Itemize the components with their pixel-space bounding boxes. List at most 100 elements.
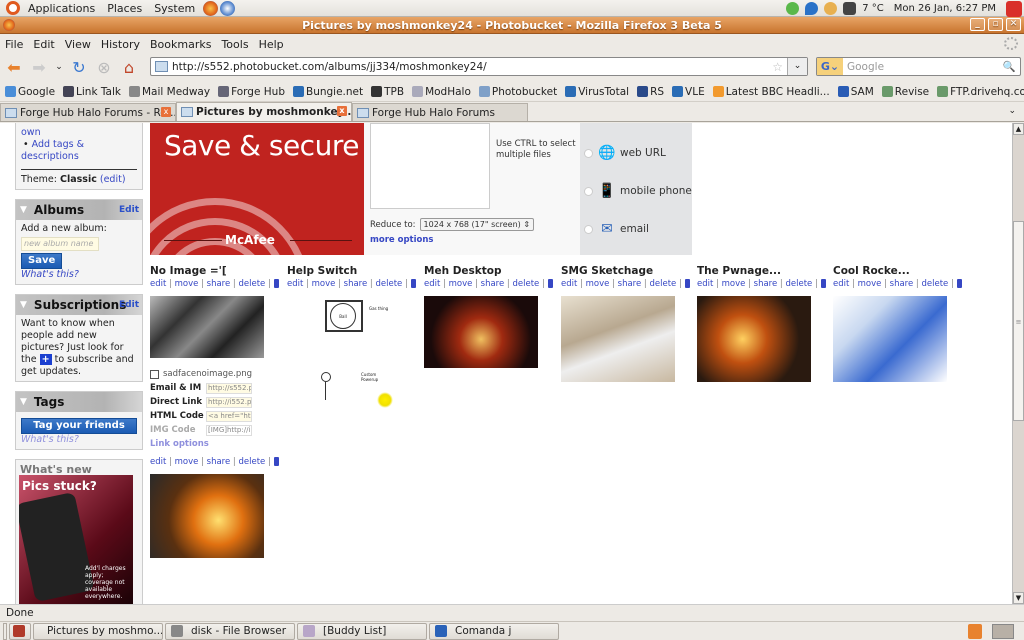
photo-move-link[interactable]: move bbox=[312, 279, 336, 289]
photo-delete-link[interactable]: delete bbox=[238, 457, 265, 467]
theme-edit-link[interactable]: (edit) bbox=[100, 174, 126, 185]
search-magnifier-icon[interactable]: 🔍 bbox=[1003, 60, 1016, 73]
menu-view[interactable]: View bbox=[60, 38, 96, 51]
pidgin-status-icon[interactable] bbox=[786, 2, 800, 15]
photo-edit-link[interactable]: edit bbox=[424, 279, 440, 289]
photo-title[interactable]: No Image ='[ bbox=[150, 265, 280, 279]
photo-edit-link[interactable]: edit bbox=[150, 457, 166, 467]
phone-ad[interactable]: Pics stuck? Add'l charges apply; coverag… bbox=[19, 475, 133, 604]
bookmark-item[interactable]: ModHalo bbox=[412, 86, 471, 98]
photo-share-link[interactable]: share bbox=[481, 279, 505, 289]
collapse-triangle-icon[interactable]: ▼ bbox=[20, 397, 27, 407]
menu-bookmarks[interactable]: Bookmarks bbox=[145, 38, 216, 51]
url-dropdown-button[interactable]: ⌄ bbox=[787, 58, 807, 75]
img-code[interactable]: [IMG]http://i bbox=[206, 424, 252, 436]
photo-share-link[interactable]: share bbox=[754, 279, 778, 289]
tags-whats-this-link[interactable]: What's this? bbox=[21, 434, 79, 445]
radio-mobile[interactable] bbox=[584, 186, 593, 196]
system-menu[interactable]: System bbox=[148, 2, 201, 15]
search-icon[interactable] bbox=[824, 2, 838, 15]
search-engine-selector[interactable]: G⌄ bbox=[817, 58, 843, 75]
select-photo-checkbox[interactable] bbox=[150, 369, 159, 379]
photo-thumbnail[interactable]: Ball Gas thing Custom Powerup bbox=[287, 296, 401, 408]
url-text[interactable]: http://s552.photobucket.com/albums/jj334… bbox=[172, 61, 487, 73]
photo-thumbnail[interactable] bbox=[150, 296, 264, 358]
bookmark-item[interactable]: VirusTotal bbox=[565, 86, 629, 98]
forward-button[interactable]: ➡ bbox=[28, 56, 50, 78]
photo-move-link[interactable]: move bbox=[586, 279, 610, 289]
minimize-button[interactable]: _ bbox=[970, 18, 985, 31]
photo-title[interactable]: SMG Sketchage bbox=[561, 265, 691, 279]
vertical-scrollbar[interactable]: ▲ ≡ ▼ bbox=[1012, 123, 1024, 604]
bookmark-item[interactable]: Revise bbox=[881, 86, 929, 98]
menu-file[interactable]: File bbox=[0, 38, 28, 51]
window-titlebar[interactable]: Pictures by moshmonkey24 - Photobucket -… bbox=[0, 17, 1024, 34]
radio-web-url[interactable] bbox=[584, 148, 593, 158]
drop-icon[interactable] bbox=[805, 2, 819, 15]
send-to-phone-icon[interactable] bbox=[547, 279, 553, 288]
radio-email[interactable] bbox=[584, 224, 593, 234]
close-tab-icon[interactable]: x bbox=[161, 107, 171, 117]
taskbar-window-button[interactable]: [Buddy List] bbox=[297, 622, 427, 640]
send-to-phone-icon[interactable] bbox=[273, 279, 279, 288]
bookmark-item[interactable]: SAM bbox=[837, 86, 874, 98]
menu-history[interactable]: History bbox=[96, 38, 145, 51]
own-link[interactable]: own bbox=[21, 127, 41, 138]
show-desktop-button[interactable] bbox=[9, 622, 31, 640]
close-tab-icon[interactable]: x bbox=[337, 106, 347, 116]
stop-button[interactable]: ⊗ bbox=[93, 56, 115, 78]
photo-thumbnail[interactable] bbox=[561, 296, 675, 382]
file-select-box[interactable] bbox=[370, 123, 490, 209]
photo-share-link[interactable]: share bbox=[890, 279, 914, 289]
bookmark-item[interactable]: RS bbox=[637, 86, 664, 98]
reload-button[interactable]: ↻ bbox=[68, 56, 90, 78]
thunderbird-launcher-icon[interactable] bbox=[220, 0, 236, 16]
search-input[interactable]: Google bbox=[847, 61, 884, 73]
send-to-phone-icon[interactable] bbox=[956, 279, 962, 288]
tab-forge-hub-forums[interactable]: Forge Hub Halo Forums bbox=[352, 103, 528, 121]
link-options-link[interactable]: Link options bbox=[150, 439, 209, 449]
photo-thumbnail[interactable] bbox=[697, 296, 811, 382]
collapse-triangle-icon[interactable]: ▼ bbox=[20, 300, 27, 310]
photo-share-link[interactable]: share bbox=[344, 279, 368, 289]
subscriptions-edit-link[interactable]: Edit bbox=[119, 300, 139, 310]
more-options-link[interactable]: more options bbox=[370, 235, 433, 245]
history-dropdown-icon[interactable]: ⌄ bbox=[53, 56, 65, 78]
menu-edit[interactable]: Edit bbox=[28, 38, 59, 51]
photo-delete-link[interactable]: delete bbox=[512, 279, 539, 289]
places-menu[interactable]: Places bbox=[101, 2, 148, 15]
photo-title[interactable]: The Pwnage... bbox=[697, 265, 827, 279]
photo-delete-link[interactable]: delete bbox=[238, 279, 265, 289]
applications-menu[interactable]: Applications bbox=[22, 2, 101, 15]
tab-forge-hub-thread[interactable]: Forge Hub Halo Forums - Re... x bbox=[0, 103, 176, 121]
photo-share-link[interactable]: share bbox=[207, 457, 231, 467]
photo-thumbnail[interactable] bbox=[150, 474, 264, 558]
photo-title[interactable]: Help Switch bbox=[287, 265, 417, 279]
photo-move-link[interactable]: move bbox=[449, 279, 473, 289]
back-button[interactable]: ⬅ bbox=[3, 56, 25, 78]
menu-tools[interactable]: Tools bbox=[216, 38, 253, 51]
photo-thumbnail[interactable] bbox=[424, 296, 538, 368]
bookmark-item[interactable]: VLE bbox=[672, 86, 705, 98]
tag-friends-button[interactable]: Tag your friends bbox=[21, 418, 137, 434]
photo-thumbnail[interactable] bbox=[833, 296, 947, 382]
send-to-phone-icon[interactable] bbox=[820, 279, 826, 288]
bookmark-item[interactable]: Mail Medway bbox=[128, 86, 210, 98]
search-bar[interactable]: G⌄ Google 🔍 bbox=[816, 57, 1021, 76]
scroll-thumb[interactable]: ≡ bbox=[1013, 221, 1024, 421]
power-icon[interactable] bbox=[1006, 0, 1022, 17]
bookmark-item[interactable]: Forge Hub bbox=[218, 86, 285, 98]
photo-move-link[interactable]: move bbox=[175, 279, 199, 289]
photo-move-link[interactable]: move bbox=[858, 279, 882, 289]
bookmark-item[interactable]: TPB bbox=[371, 86, 404, 98]
photo-title[interactable]: Cool Rocke... bbox=[833, 265, 963, 279]
upload-mobile-option[interactable]: 📱 mobile phone bbox=[584, 183, 692, 199]
weather-readout[interactable]: 7 °C bbox=[862, 3, 884, 14]
email-im-code[interactable]: http://s552.p bbox=[206, 382, 252, 394]
send-to-phone-icon[interactable] bbox=[684, 279, 690, 288]
collapse-triangle-icon[interactable]: ▼ bbox=[20, 205, 27, 215]
reduce-select[interactable]: 1024 x 768 (17" screen) ⇕ bbox=[419, 218, 535, 231]
tab-photobucket[interactable]: Pictures by moshmonkey... x bbox=[176, 102, 352, 121]
photo-edit-link[interactable]: edit bbox=[561, 279, 577, 289]
scroll-up-button[interactable]: ▲ bbox=[1013, 123, 1024, 135]
